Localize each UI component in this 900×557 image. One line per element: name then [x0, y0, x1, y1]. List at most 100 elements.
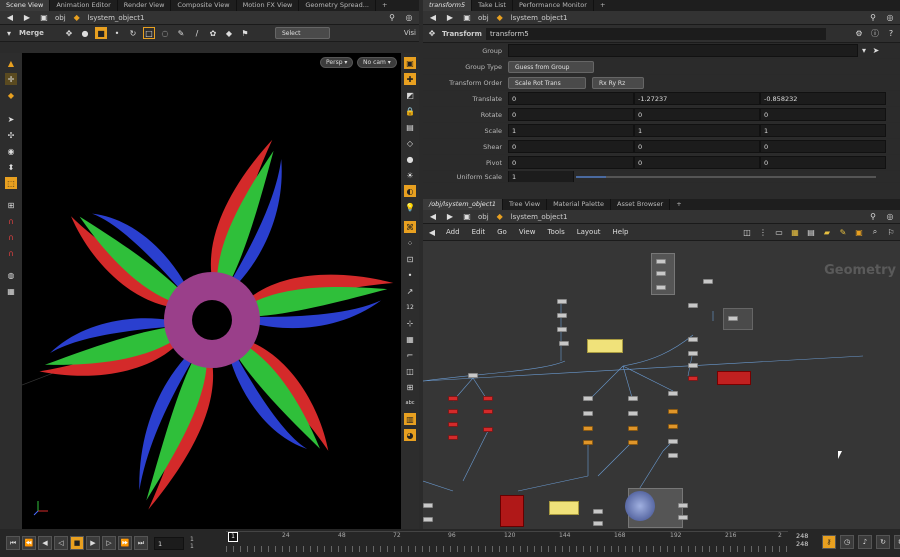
pin-icon[interactable]: ⚲ — [386, 12, 398, 24]
magnet-icon-2[interactable]: ∩ — [5, 231, 17, 243]
network-node[interactable] — [448, 435, 458, 440]
rotate-tool-icon[interactable]: ◉ — [5, 145, 17, 157]
network-node[interactable] — [448, 409, 458, 414]
pin-icon[interactable]: ⚲ — [867, 12, 879, 24]
network-node[interactable] — [668, 439, 678, 444]
network-box-icon[interactable]: ▭ — [773, 226, 785, 238]
backface-icon[interactable]: ◐ — [404, 185, 416, 197]
path-node[interactable]: lsystem_object1 — [511, 14, 568, 22]
rotate-y[interactable]: 0 — [634, 108, 760, 121]
transform-order-dropdown[interactable]: Scale Rot Trans — [508, 76, 586, 89]
back-arrow-icon[interactable]: ◀ — [427, 211, 439, 223]
tab-geometry-spreadsheet[interactable]: Geometry Spread... — [299, 0, 376, 11]
menu-edit[interactable]: Edit — [468, 228, 490, 236]
tab-scene-view[interactable]: Scene View — [0, 0, 51, 11]
network-node[interactable] — [656, 271, 666, 276]
arrow-tool-icon[interactable]: ➤ — [5, 113, 17, 125]
network-node[interactable] — [688, 376, 698, 381]
add-tab-button[interactable]: + — [376, 0, 393, 11]
path-node[interactable]: lsystem_object1 — [511, 213, 568, 221]
frame-cursor[interactable]: 1 — [228, 532, 238, 542]
camera-tool-icon[interactable]: ▦ — [5, 285, 17, 297]
display-options-icon[interactable]: ✚ — [404, 73, 416, 85]
network-node[interactable] — [593, 521, 603, 526]
grid-view-icon[interactable]: ▦ — [789, 226, 801, 238]
info-icon[interactable]: ⓘ — [869, 28, 881, 40]
bulb-icon[interactable]: ◕ — [404, 429, 416, 441]
template-icon[interactable]: ▤ — [404, 121, 416, 133]
range-start[interactable]: 1 — [190, 536, 194, 543]
points-icon[interactable]: ⁘ — [404, 237, 416, 249]
back-arrow-icon[interactable]: ◀ — [427, 12, 439, 24]
grid-icon[interactable]: ⊞ — [404, 381, 416, 393]
network-node[interactable] — [668, 409, 678, 414]
network-node[interactable] — [583, 411, 593, 416]
snap-icon[interactable]: ■ — [95, 27, 107, 39]
move-tool-icon[interactable]: ✣ — [5, 129, 17, 141]
guide-icon[interactable]: ◫ — [404, 365, 416, 377]
network-node[interactable] — [688, 363, 698, 368]
range-end-2[interactable]: 248 — [796, 540, 808, 548]
snap-tool-icon[interactable]: ⊞ — [5, 199, 17, 211]
menu-tools[interactable]: Tools — [543, 228, 568, 236]
tab-take-list[interactable]: Take List — [472, 0, 513, 11]
settings-icon[interactable]: ⚙ — [894, 535, 900, 549]
list-view-icon[interactable]: ▤ — [805, 226, 817, 238]
audio-icon[interactable]: ♪ — [858, 535, 872, 549]
network-node[interactable] — [688, 337, 698, 342]
lasso-icon[interactable]: ◌ — [159, 27, 171, 39]
tab-render-view[interactable]: Render View — [118, 0, 172, 11]
network-node[interactable] — [583, 440, 593, 445]
red-note-2[interactable] — [500, 495, 524, 527]
forward-arrow-icon[interactable]: ▶ — [444, 211, 456, 223]
uniform-scale-slider[interactable] — [576, 175, 606, 178]
menu-view[interactable]: View — [515, 228, 540, 236]
select-box-icon[interactable]: □ — [143, 27, 155, 39]
menu-layout[interactable]: Layout — [573, 228, 605, 236]
laser-icon[interactable]: / — [191, 27, 203, 39]
dots-icon[interactable]: ⋮ — [757, 226, 769, 238]
sticky-note-icon[interactable]: ▰ — [821, 226, 833, 238]
shading-icon[interactable]: ● — [79, 27, 91, 39]
loop-icon[interactable]: ↻ — [876, 535, 890, 549]
group-type-dropdown[interactable]: Guess from Group — [508, 60, 594, 73]
network-node[interactable] — [423, 517, 433, 522]
select-tool-icon[interactable]: ▲ — [5, 57, 17, 69]
prim-numbers-icon[interactable]: ▦ — [404, 333, 416, 345]
point-icon[interactable]: • — [111, 27, 123, 39]
range-end[interactable]: 248 — [796, 532, 808, 540]
scale-z[interactable]: 1 — [760, 124, 886, 137]
search-icon[interactable]: ⌕ — [869, 226, 881, 238]
network-node[interactable] — [678, 503, 688, 508]
add-tab-button-3[interactable]: + — [670, 199, 687, 210]
color-icon[interactable]: ▣ — [853, 226, 865, 238]
visibility-label[interactable]: Visi — [404, 29, 416, 37]
tab-tree-view[interactable]: Tree View — [503, 199, 548, 210]
go-to-start-button[interactable]: ⏮ — [6, 536, 20, 550]
gear-icon[interactable]: ⚙ — [853, 28, 865, 40]
primitive-icon[interactable]: ⊡ — [404, 253, 416, 265]
camera-icon[interactable]: ⌘ — [404, 221, 416, 233]
tab-animation-editor[interactable]: Animation Editor — [50, 0, 118, 11]
filter-icon[interactable]: ⚑ — [239, 27, 251, 39]
shear-z[interactable]: 0 — [760, 140, 886, 153]
network-node[interactable] — [668, 453, 678, 458]
network-node[interactable] — [688, 303, 698, 308]
pose-tool-icon[interactable]: ◆ — [5, 89, 17, 101]
sticky-note-1[interactable] — [587, 339, 623, 353]
red-note-1[interactable] — [717, 371, 751, 385]
network-node[interactable] — [703, 279, 713, 284]
group-menu-icon[interactable]: ▾ — [858, 45, 870, 57]
network-node[interactable] — [483, 409, 493, 414]
handle-tool-icon[interactable]: ⬚ — [5, 177, 17, 189]
uv-icon[interactable]: ⊹ — [404, 317, 416, 329]
key-icon[interactable]: ⚷ — [822, 535, 836, 549]
range-start-2[interactable]: 1 — [190, 543, 194, 550]
translate-z[interactable]: -0.858232 — [760, 92, 886, 105]
pin-icon[interactable]: ⚲ — [867, 211, 879, 223]
group-select-icon[interactable]: ➤ — [870, 45, 882, 57]
network-node[interactable] — [448, 422, 458, 427]
network-node[interactable] — [483, 396, 493, 401]
network-node[interactable] — [678, 515, 688, 520]
magnet-icon-1[interactable]: ∩ — [5, 215, 17, 227]
